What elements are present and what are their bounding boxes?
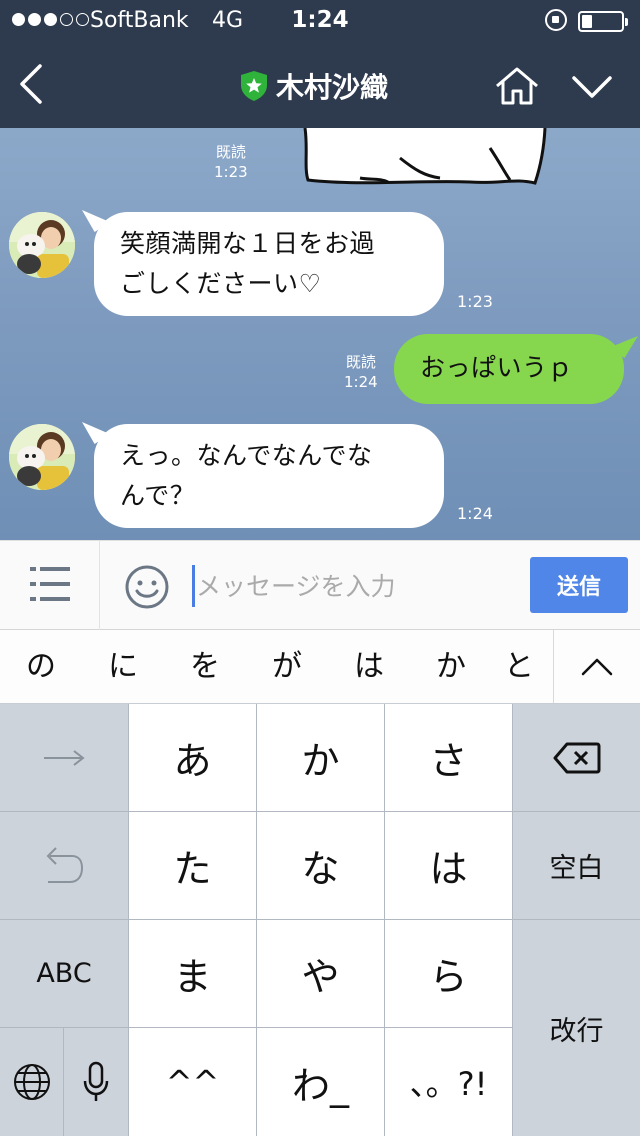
prediction-bar: の に を が は か と (0, 630, 640, 704)
dictation-key[interactable] (64, 1028, 128, 1136)
key-ya[interactable]: や (257, 920, 384, 1027)
rotation-lock-icon (545, 9, 567, 31)
message-input[interactable] (196, 563, 516, 609)
top-bar: SoftBank 4G 1:24 木村沙織 (0, 0, 640, 128)
status-time: 1:24 (291, 7, 349, 33)
message-text-line: ごしくださーい♡ (120, 269, 322, 298)
arrow-right-icon (44, 749, 85, 766)
candidate-word[interactable]: と (486, 630, 552, 703)
shield-star-icon (241, 71, 267, 101)
return-key[interactable]: 改行 (513, 920, 640, 1136)
undo-key[interactable] (0, 812, 128, 919)
key-ma[interactable]: ま (129, 920, 256, 1027)
message-bubble-incoming[interactable]: 笑顔満開な１日をお過 ごしくださーい♡ (94, 212, 444, 316)
key-na[interactable]: な (257, 812, 384, 919)
back-button[interactable] (14, 62, 54, 106)
backspace-key[interactable] (513, 704, 640, 811)
key-a[interactable]: あ (129, 704, 256, 811)
chevron-down-icon (572, 76, 612, 98)
message-text-line: えっ。なんでなんでな (120, 441, 373, 470)
read-receipt: 既読 1:24 (344, 352, 378, 392)
globe-icon (13, 1064, 50, 1100)
message-text-line: 笑顔満開な１日をお過 (120, 229, 376, 258)
undo-icon (46, 846, 84, 883)
message-time: 1:24 (457, 504, 493, 523)
menu-list-button[interactable] (0, 541, 100, 630)
battery-icon (578, 11, 628, 32)
chevron-left-icon (20, 64, 42, 104)
message-time: 1:23 (457, 292, 493, 311)
message-time: 1:24 (344, 373, 378, 391)
avatar[interactable] (9, 212, 75, 278)
send-button[interactable]: 送信 (530, 557, 628, 613)
globe-key[interactable] (0, 1028, 63, 1136)
key-kaomoji[interactable]: ^^ (129, 1028, 256, 1136)
message-time: 1:23 (214, 163, 248, 181)
abc-key[interactable]: ABC (0, 920, 128, 1027)
list-icon (30, 567, 70, 601)
emoji-button[interactable] (124, 564, 170, 610)
sticker-image[interactable] (300, 128, 550, 188)
key-ha[interactable]: は (385, 812, 512, 919)
menu-toggle-button[interactable] (570, 70, 614, 104)
candidate-word[interactable]: に (82, 630, 164, 703)
avatar-photo (9, 424, 75, 490)
home-button[interactable] (494, 66, 540, 106)
chat-title: 木村沙織 (276, 71, 389, 104)
read-label: 既読 (215, 143, 246, 161)
chat-area[interactable]: 既読 1:23 笑顔満開な１日をお過 ごしくださーい♡ 1:23 既読 1:24… (0, 128, 640, 540)
message-bubble-outgoing[interactable]: おっぱいうｐ (394, 334, 624, 404)
key-ka[interactable]: か (257, 704, 384, 811)
candidate-word[interactable]: は (328, 630, 410, 703)
backspace-icon (553, 742, 600, 773)
read-receipt: 既読 1:23 (214, 142, 248, 182)
chat-header: 木村沙織 (240, 66, 388, 106)
key-ra[interactable]: ら (385, 920, 512, 1027)
space-key[interactable]: 空白 (513, 812, 640, 919)
key-punctuation[interactable]: 、。?! (385, 1028, 512, 1136)
candidate-word[interactable]: が (246, 630, 328, 703)
message-text-line: んで？ (120, 481, 196, 510)
candidate-word[interactable]: の (0, 630, 82, 703)
chevron-up-icon (581, 658, 613, 676)
candidate-word[interactable]: を (164, 630, 246, 703)
battery-level (582, 15, 592, 28)
key-wa[interactable]: わ_ (257, 1028, 384, 1136)
message-text-line: おっぱいうｐ (420, 353, 574, 382)
kana-keyboard: あ か さ た な は 空白 ABC ま や ら 改行 ^^ わ_ 、。?! (0, 704, 640, 1136)
cursor-right-key[interactable] (0, 704, 128, 811)
microphone-icon (83, 1061, 109, 1101)
smiley-icon (125, 565, 169, 609)
message-bubble-incoming[interactable]: えっ。なんでなんでな んで？ (94, 424, 444, 528)
expand-candidates-button[interactable] (553, 630, 640, 703)
key-sa[interactable]: さ (385, 704, 512, 811)
key-ta[interactable]: た (129, 812, 256, 919)
message-input-bar: 送信 (0, 540, 640, 630)
read-label: 既読 (345, 353, 376, 371)
home-icon (496, 67, 538, 105)
avatar-photo (9, 212, 75, 278)
text-caret (192, 565, 195, 607)
avatar[interactable] (9, 424, 75, 490)
status-bar: SoftBank 4G 1:24 (0, 0, 640, 42)
candidate-word[interactable]: か (410, 630, 492, 703)
